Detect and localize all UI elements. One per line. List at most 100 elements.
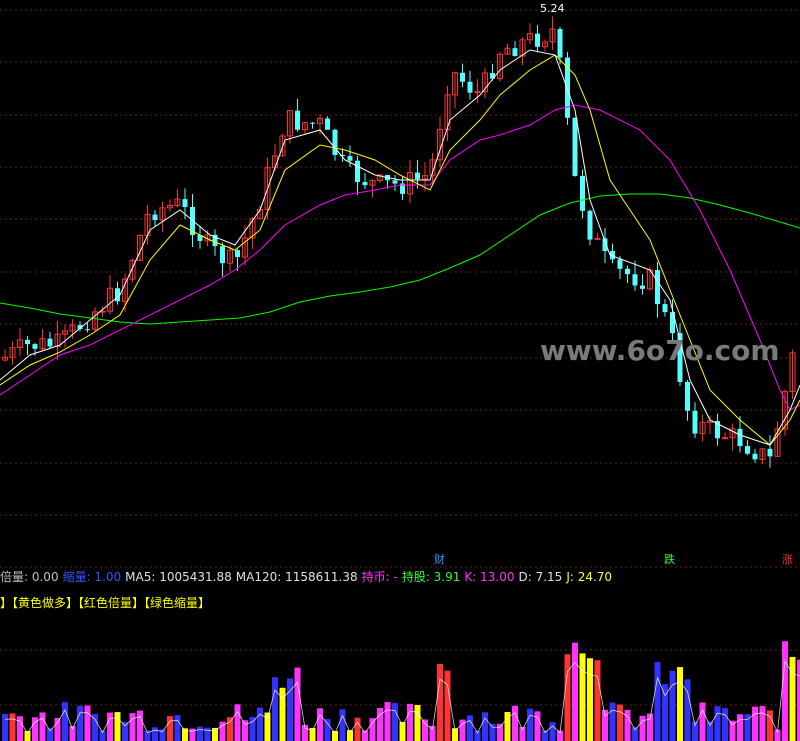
volume-bar <box>114 712 121 741</box>
volume-bar <box>384 702 391 741</box>
volume-bar <box>339 709 346 741</box>
volume-bar <box>617 704 623 741</box>
readout-item: J: 24.70 <box>566 570 613 584</box>
volume-bar <box>84 705 91 741</box>
volume-bar <box>294 667 301 741</box>
candle-body <box>617 259 623 269</box>
readout-item: 持股: 3.91 <box>401 570 461 584</box>
candle-body <box>692 410 698 434</box>
volume-bar <box>722 708 728 741</box>
candle-body <box>362 181 368 186</box>
volume-bar <box>527 708 533 741</box>
candle-body <box>85 329 90 331</box>
volume-bar <box>579 653 586 741</box>
volume-bar <box>234 704 241 741</box>
volume-bar <box>497 723 503 741</box>
volume-bar <box>317 708 323 741</box>
readout-item: 持币: - <box>361 570 398 584</box>
volume-bar <box>392 703 398 741</box>
volume-bar <box>669 670 676 741</box>
volume-bar <box>549 722 556 741</box>
volume-bar <box>197 726 203 741</box>
marker-zhang: 涨 <box>782 553 793 566</box>
volume-bar <box>767 710 773 741</box>
volume-bar <box>587 658 593 741</box>
volume-bar <box>437 663 443 741</box>
volume-bar <box>782 641 788 741</box>
candle-body <box>685 381 690 411</box>
volume-bar <box>512 705 518 741</box>
candle-body <box>355 160 360 182</box>
candle-body <box>767 448 773 457</box>
volume-legend: 】【黄色做多】【红色倍量】【绿色缩量】 <box>0 595 210 611</box>
volume-bar <box>39 712 46 741</box>
volume-bar <box>122 722 128 741</box>
volume-bar <box>572 642 578 741</box>
legend-item: 【红色倍量】 <box>78 596 145 610</box>
candle-body <box>332 129 338 155</box>
candle-body <box>310 122 315 124</box>
candle-body <box>655 270 660 305</box>
candle-body <box>460 72 465 82</box>
candle-body <box>235 250 240 258</box>
candle-body <box>347 156 353 161</box>
volume-bar <box>737 714 743 741</box>
candle-body <box>220 246 225 264</box>
candle-body <box>752 453 758 460</box>
candle-body <box>415 172 420 180</box>
readout-item: 倍量: 0.00 <box>0 570 59 584</box>
candle-body <box>115 288 120 302</box>
volume-bar <box>369 718 376 741</box>
volume-bar <box>489 723 496 741</box>
candle-body <box>572 117 578 176</box>
volume-bar <box>174 715 181 741</box>
candle-body <box>662 304 668 313</box>
volume-bar <box>77 705 83 741</box>
volume-bar <box>354 717 361 741</box>
candle-body <box>295 110 300 130</box>
volume-bar <box>752 706 758 741</box>
candle-body <box>580 175 585 211</box>
volume-bar <box>482 712 488 741</box>
volume-bar <box>167 716 173 741</box>
candle-body <box>392 180 398 184</box>
volume-bar <box>9 713 16 741</box>
volume-bar <box>699 702 706 741</box>
candle-body <box>745 446 750 454</box>
legend-item: 】 <box>0 596 13 610</box>
volume-bar <box>399 721 406 741</box>
volume-bar <box>564 654 571 741</box>
candle-body <box>25 339 30 345</box>
watermark: www.6o7o.com <box>540 334 780 367</box>
candle-body <box>32 344 38 349</box>
candle-body <box>152 214 158 221</box>
volume-bar <box>227 717 233 741</box>
volume-bar <box>62 702 68 741</box>
volume-bar <box>204 727 211 741</box>
candle-body <box>47 338 53 347</box>
candle-body <box>625 268 630 275</box>
volume-bar <box>17 716 23 741</box>
readout-item: MA5: 1005431.88 <box>125 570 232 584</box>
volume-bar <box>137 710 143 741</box>
volume-bar <box>407 703 413 741</box>
volume-bar <box>534 711 541 741</box>
volume-bar <box>129 713 136 741</box>
volume-bar <box>324 719 331 741</box>
volume-bar <box>249 717 256 741</box>
candle-body <box>182 199 188 207</box>
volume-bar <box>759 705 766 741</box>
readout-item: D: 7.15 <box>518 570 563 584</box>
readout-item: MA120: 1158611.38 <box>235 570 358 584</box>
volume-bar <box>677 667 683 741</box>
readout-item: K: 13.00 <box>464 570 515 584</box>
volume-bar <box>422 719 428 741</box>
readout-item: 缩量: 1.00 <box>62 570 122 584</box>
volume-bar <box>257 707 263 741</box>
volume-bar <box>414 704 421 741</box>
candle-body <box>640 285 645 289</box>
candle-body <box>632 274 638 286</box>
volume-bar <box>152 727 158 741</box>
volume-bar <box>707 721 713 741</box>
candle-body <box>535 33 540 47</box>
